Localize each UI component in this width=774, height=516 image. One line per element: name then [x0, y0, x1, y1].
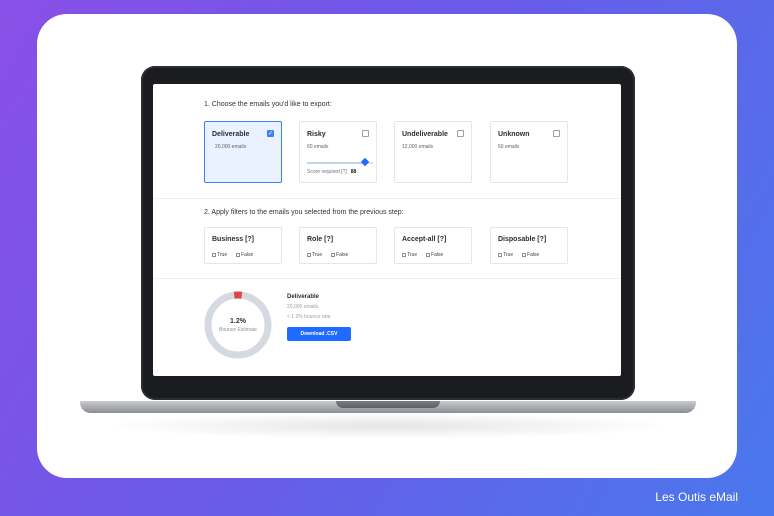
checkbox-icon[interactable] [307, 253, 311, 257]
false-label: False [336, 252, 349, 258]
false-label: False [241, 252, 254, 258]
checkbox-checked-icon[interactable]: ✓ [267, 130, 274, 137]
score-value: 88 [350, 169, 357, 175]
step-1-heading: 1. Choose the emails you'd like to expor… [204, 101, 332, 108]
false-label: False [431, 252, 444, 258]
filter-disposable: Disposable [?] True False [490, 227, 568, 264]
true-label: True [407, 252, 418, 258]
bounce-donut-chart [204, 291, 272, 359]
option-title: Undeliverable [402, 131, 448, 138]
option-count: 50 emails [498, 144, 520, 150]
checkbox-icon[interactable] [402, 253, 406, 257]
summary-title: Deliverable [287, 294, 320, 300]
slider-fill [307, 162, 366, 164]
section-divider [153, 198, 621, 199]
option-title: Deliverable [212, 131, 250, 138]
brand-label: Les Outis eMail [655, 490, 738, 504]
checkbox-icon[interactable] [553, 130, 560, 137]
bounce-percent: 1.2% [230, 318, 246, 325]
bounce-estimate-label: Bounce Estimate [219, 327, 257, 333]
true-label: True [312, 252, 323, 258]
checkbox-icon[interactable] [236, 253, 241, 257]
slider-handle[interactable] [360, 157, 370, 167]
donut-track [204, 291, 272, 359]
filter-title: Role [?] [307, 236, 334, 243]
checkbox-icon[interactable] [498, 253, 502, 257]
laptop-notch [336, 401, 440, 408]
filter-role: Role [?] True False [299, 227, 377, 264]
section-divider [153, 278, 621, 279]
option-unknown[interactable]: Unknown 50 emails [490, 121, 568, 183]
filter-title: Accept-all [?] [402, 236, 447, 243]
checkbox-icon[interactable] [362, 130, 369, 137]
score-required: Score required [?] 88 [307, 169, 356, 175]
checkbox-icon[interactable] [457, 130, 464, 137]
option-undeliverable[interactable]: Undeliverable 12,000 emails [394, 121, 472, 183]
option-count: 12,000 emails [402, 144, 434, 150]
score-slider[interactable] [307, 157, 373, 167]
score-label: Score required [?] [307, 169, 347, 175]
option-count: 20,000 emails [215, 144, 247, 150]
laptop-screen: 1. Choose the emails you'd like to expor… [153, 84, 621, 376]
step-2-heading: 2. Apply filters to the emails you selec… [204, 209, 404, 216]
option-risky[interactable]: Risky 60 emails Score required [?] 88 [299, 121, 377, 183]
summary-bounce-rate: < 1.2% bounce rate [287, 314, 331, 320]
option-deliverable[interactable]: Deliverable 20,000 emails ✓ [204, 121, 282, 183]
filter-accept-all: Accept-all [?] True False [394, 227, 472, 264]
download-csv-button[interactable]: Download .CSV [287, 327, 351, 341]
checkbox-icon[interactable] [331, 253, 336, 257]
true-label: True [217, 252, 228, 258]
true-label: True [503, 252, 514, 258]
summary-emails: 20,000 emails [287, 304, 319, 310]
laptop-shadow [100, 413, 676, 439]
filter-title: Business [?] [212, 236, 255, 243]
checkbox-icon[interactable] [212, 253, 216, 257]
false-label: False [527, 252, 540, 258]
checkbox-icon[interactable] [522, 253, 527, 257]
option-title: Risky [307, 131, 326, 138]
filter-business: Business [?] True False [204, 227, 282, 264]
filter-title: Disposable [?] [498, 236, 547, 243]
checkbox-icon[interactable] [426, 253, 431, 257]
option-count: 60 emails [307, 144, 329, 150]
option-title: Unknown [498, 131, 530, 138]
